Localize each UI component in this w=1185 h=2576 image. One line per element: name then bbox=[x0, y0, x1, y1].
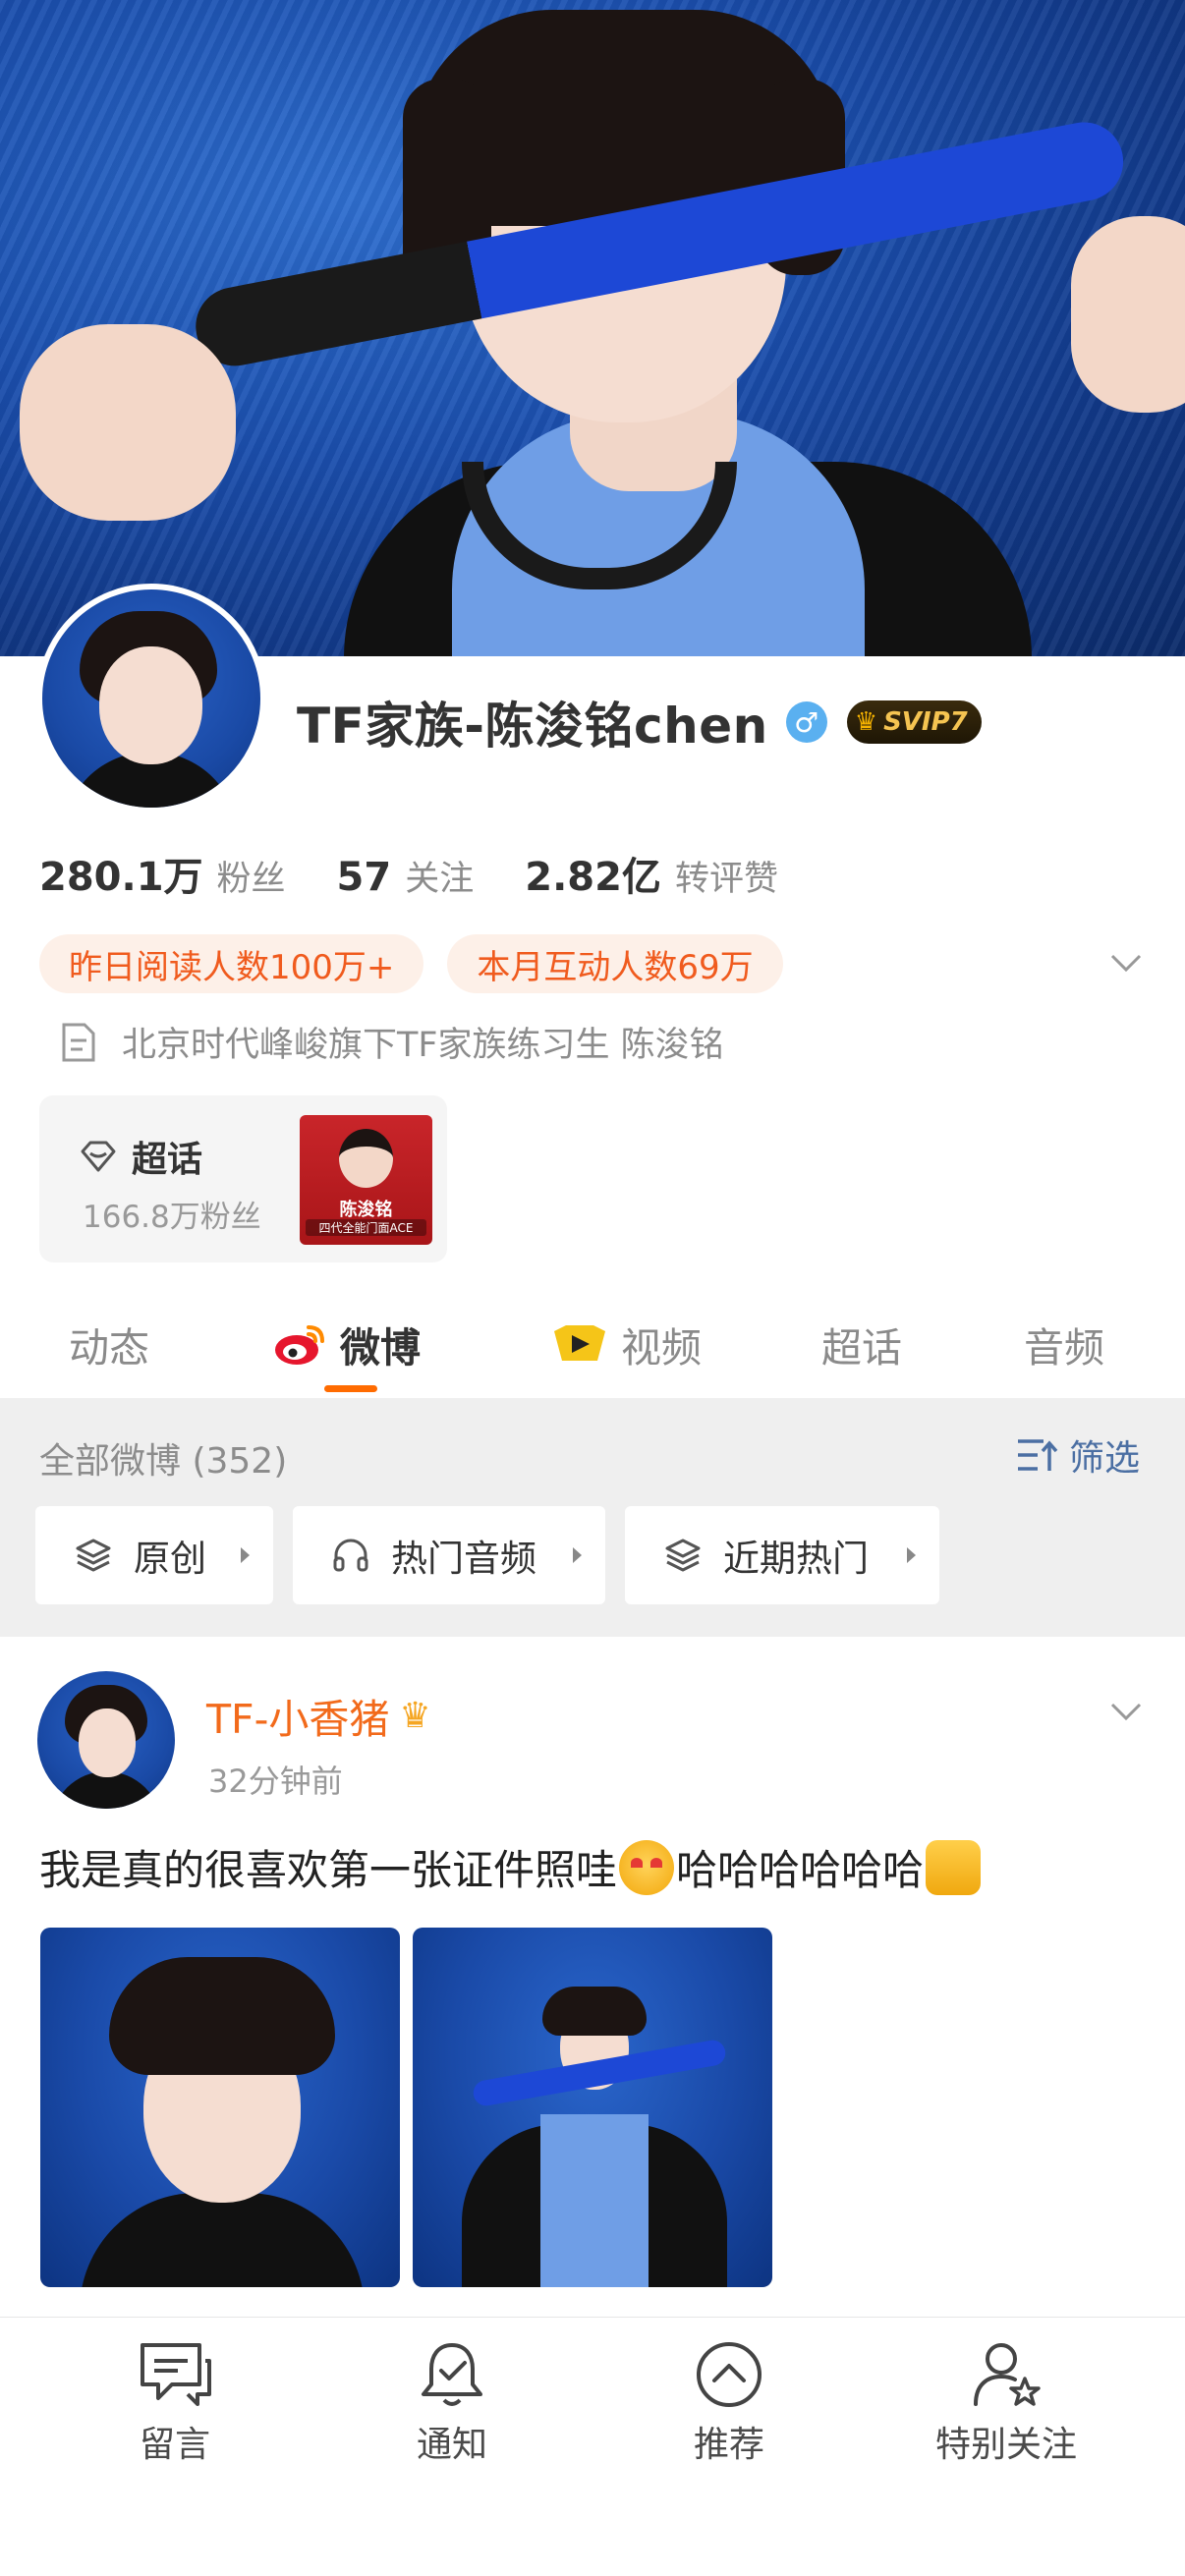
post-author-row: TF-小香猪 ♛ bbox=[206, 1686, 431, 1745]
tab-dynamics[interactable]: 动态 bbox=[69, 1315, 149, 1373]
svip-label: SVIP7 bbox=[883, 707, 968, 737]
stat-value: 2.82亿 bbox=[525, 855, 661, 900]
post-author-avatar[interactable] bbox=[37, 1671, 175, 1809]
cover-photo[interactable] bbox=[0, 0, 1185, 656]
tag-reads[interactable]: 昨日阅读人数100万+ bbox=[39, 934, 424, 993]
video-icon bbox=[554, 1325, 605, 1361]
stat-label: 粉丝 bbox=[216, 860, 286, 899]
supertopic-card[interactable]: 超话 166.8万粉丝 陈浚铭 四代全能门面ACE bbox=[39, 1095, 447, 1262]
tab-label: 动态 bbox=[69, 1324, 149, 1372]
feed-count: 全部微博 (352) bbox=[39, 1441, 288, 1482]
bell-icon bbox=[422, 2343, 482, 2406]
filter-icon bbox=[1018, 1439, 1058, 1471]
stat-label: 关注 bbox=[405, 860, 475, 899]
tab-supertopic[interactable]: 超话 bbox=[821, 1315, 902, 1373]
profile-tabs: 动态 微博 视频 超话 音频 bbox=[0, 1287, 1185, 1395]
bottom-label: 特别关注 bbox=[934, 2425, 1077, 2465]
caret-right-icon bbox=[241, 1547, 250, 1563]
profile-bio: 北京时代峰峻旗下TF家族练习生 陈浚铭 bbox=[61, 1017, 724, 1067]
post-text-part: 我是真的很喜欢第一张证件照哇 bbox=[39, 1846, 618, 1894]
tab-video[interactable]: 视频 bbox=[550, 1315, 702, 1373]
post-text-part: 哈哈哈哈哈哈 bbox=[676, 1846, 925, 1894]
bottom-action-bar: 留言 通知 推荐 特别关注 bbox=[0, 2317, 1185, 2576]
profile-name-row: TF家族-陈浚铭chen ♂ ♛ SVIP7 bbox=[297, 693, 982, 755]
supertopic-icon bbox=[81, 1141, 116, 1172]
chip-hot-audio[interactable]: 热门音频 bbox=[293, 1506, 605, 1604]
chevron-down-icon[interactable] bbox=[1108, 1694, 1144, 1729]
bottom-label: 留言 bbox=[139, 2425, 210, 2465]
thumbs-up-emoji-icon bbox=[926, 1839, 982, 1895]
feed-filter-section: 全部微博 (352) 筛选 原创 热门音频 近期热门 bbox=[0, 1398, 1185, 1637]
svip-badge[interactable]: ♛ SVIP7 bbox=[846, 700, 982, 744]
tab-weibo[interactable]: 微博 bbox=[273, 1315, 421, 1373]
profile-stats: 280.1万 粉丝 57 关注 2.82亿 转评赞 bbox=[39, 845, 829, 902]
weibo-icon bbox=[275, 1325, 324, 1365]
bottom-notify-button[interactable]: 通知 bbox=[354, 2339, 550, 2467]
chip-recent-hot[interactable]: 近期热门 bbox=[625, 1506, 939, 1604]
chip-original[interactable]: 原创 bbox=[35, 1506, 273, 1604]
heart-eyes-emoji-icon bbox=[619, 1839, 675, 1895]
profile-tags: 昨日阅读人数100万+ 本月互动人数69万 bbox=[39, 934, 807, 993]
chevron-down-icon[interactable] bbox=[1108, 945, 1144, 980]
stat-value: 57 bbox=[336, 855, 392, 900]
male-icon: ♂ bbox=[785, 701, 827, 743]
tag-interactions[interactable]: 本月互动人数69万 bbox=[447, 934, 783, 993]
caret-right-icon bbox=[573, 1547, 582, 1563]
up-arrow-circle-icon bbox=[697, 2342, 762, 2407]
filter-label: 筛选 bbox=[1069, 1438, 1141, 1479]
active-tab-indicator bbox=[324, 1385, 377, 1392]
comment-icon bbox=[141, 2343, 211, 2406]
stat-likes[interactable]: 2.82亿 转评赞 bbox=[525, 845, 778, 902]
stat-label: 转评赞 bbox=[674, 860, 778, 899]
user-star-icon bbox=[974, 2343, 1041, 2406]
bottom-comment-button[interactable]: 留言 bbox=[77, 2339, 273, 2467]
tab-label: 音频 bbox=[1024, 1324, 1104, 1372]
headphones-icon bbox=[333, 1539, 368, 1572]
thumbnail-caption: 四代全能门面ACE bbox=[306, 1219, 426, 1236]
stat-followers[interactable]: 280.1万 粉丝 bbox=[39, 845, 286, 902]
chip-label: 热门音频 bbox=[391, 1538, 536, 1580]
tab-label: 超话 bbox=[821, 1324, 902, 1372]
caret-right-icon bbox=[907, 1547, 916, 1563]
bio-text: 北京时代峰峻旗下TF家族练习生 陈浚铭 bbox=[122, 1026, 724, 1065]
supertopic-title: 超话 bbox=[79, 1131, 202, 1182]
layers-icon bbox=[665, 1539, 701, 1572]
supertopic-thumbnail[interactable]: 陈浚铭 四代全能门面ACE bbox=[300, 1115, 432, 1245]
tab-audio[interactable]: 音频 bbox=[1024, 1315, 1104, 1373]
crown-icon: ♛ bbox=[854, 707, 878, 737]
bottom-label: 推荐 bbox=[693, 2425, 764, 2465]
post-timestamp: 32分钟前 bbox=[208, 1763, 343, 1800]
filter-button[interactable]: 筛选 bbox=[1016, 1429, 1140, 1481]
bottom-recommend-button[interactable]: 推荐 bbox=[631, 2339, 827, 2467]
profile-name: TF家族-陈浚铭chen bbox=[297, 698, 768, 755]
bottom-special-follow-button[interactable]: 特别关注 bbox=[908, 2339, 1104, 2467]
tab-label: 微博 bbox=[340, 1324, 421, 1372]
stat-value: 280.1万 bbox=[39, 855, 203, 900]
post-author-name[interactable]: TF-小香猪 bbox=[206, 1686, 389, 1745]
chip-label: 原创 bbox=[134, 1538, 206, 1580]
post-image[interactable] bbox=[40, 1928, 400, 2287]
chip-label: 近期热门 bbox=[723, 1538, 869, 1580]
crown-icon: ♛ bbox=[399, 1695, 431, 1736]
profile-avatar[interactable] bbox=[36, 584, 266, 813]
document-icon bbox=[62, 1023, 95, 1061]
thumbnail-name: 陈浚铭 bbox=[339, 1200, 393, 1220]
supertopic-fans: 166.8万粉丝 bbox=[83, 1200, 261, 1235]
post-image[interactable] bbox=[413, 1928, 772, 2287]
layers-icon bbox=[76, 1539, 111, 1572]
tab-label: 视频 bbox=[621, 1324, 702, 1372]
bottom-label: 通知 bbox=[416, 2425, 487, 2465]
stat-following[interactable]: 57 关注 bbox=[337, 851, 475, 901]
post-text: 我是真的很喜欢第一张证件照哇 哈哈哈哈哈哈 bbox=[39, 1837, 983, 1897]
supertopic-title-text: 超话 bbox=[132, 1140, 203, 1180]
